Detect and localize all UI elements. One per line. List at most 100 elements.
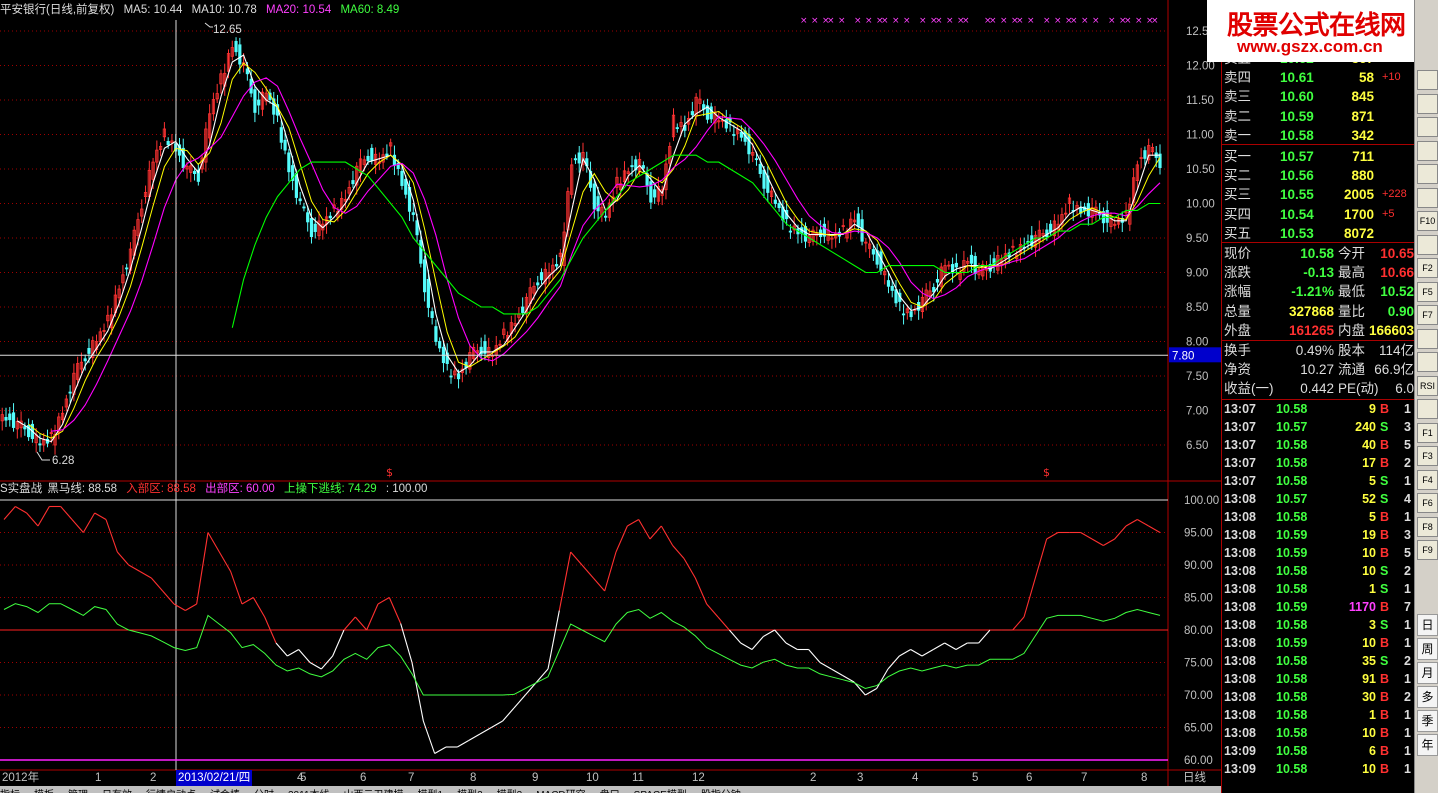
indicator-line-segment: [309, 662, 322, 670]
table-icon[interactable]: [1417, 187, 1438, 208]
tick-time: 13:07: [1224, 474, 1256, 488]
tick-row: 13:08 10.59 10 B 1: [1222, 634, 1414, 652]
wave-icon[interactable]: [1417, 352, 1438, 372]
level-price: 10.61: [1280, 70, 1314, 86]
indicator-line-segment: [649, 525, 662, 540]
price-tick-label: 7.50: [1186, 371, 1208, 383]
tick-time: 13:08: [1224, 636, 1256, 650]
candle-body: [604, 215, 608, 218]
level-price: 10.56: [1280, 168, 1314, 184]
tick-price: 10.58: [1276, 402, 1308, 416]
stat-label: 股本: [1338, 343, 1365, 358]
tick-row: 13:07 10.58 5 S 1: [1222, 472, 1414, 490]
tick-price: 10.59: [1276, 600, 1308, 614]
kline-icon[interactable]: [1417, 140, 1438, 161]
site-logo: 股票公式在线网 www.gszx.com.cn: [1207, 0, 1438, 62]
candle-body: [1158, 153, 1162, 169]
tick-price: 10.58: [1276, 564, 1308, 578]
period-button[interactable]: 多: [1417, 686, 1438, 708]
candle-body: [166, 140, 170, 146]
f7-icon[interactable]: F7: [1417, 305, 1438, 325]
f1-icon[interactable]: F1: [1417, 422, 1438, 443]
tick-time: 13:09: [1224, 744, 1256, 758]
period-button[interactable]: 日: [1417, 614, 1438, 636]
period-button[interactable]: 季: [1417, 710, 1438, 732]
f8-icon[interactable]: F8: [1417, 516, 1438, 537]
f3-icon[interactable]: F3: [1417, 446, 1438, 466]
ma5-value: MA5: 10.44: [123, 4, 183, 16]
indicator-line-segment: [388, 597, 402, 624]
candle-body: [641, 165, 645, 169]
candle-body: [630, 165, 634, 168]
indicator-line-segment: [196, 532, 209, 605]
candle-body: [856, 213, 860, 227]
ma10-value: MA10: 10.78: [191, 4, 257, 16]
candle-body: [894, 289, 898, 304]
tick-count: 1: [1404, 672, 1411, 686]
candle-body: [969, 254, 974, 264]
indicator-line-segment: [230, 571, 243, 605]
signal-star-marker: ×: [1054, 16, 1062, 26]
period-button[interactable]: 年: [1417, 734, 1438, 756]
tick-volume: 40: [1362, 438, 1376, 452]
f2-icon[interactable]: F2: [1417, 258, 1438, 278]
candle-body: [438, 341, 442, 349]
f4-icon[interactable]: F4: [1417, 469, 1438, 490]
candle-body: [935, 278, 940, 283]
indicator-line-segment: [604, 551, 617, 592]
indicator-line-segment: [71, 519, 84, 533]
list-icon[interactable]: [1417, 93, 1438, 114]
period-button[interactable]: 周: [1417, 638, 1438, 660]
candle-body: [434, 326, 438, 342]
candle-body: [351, 180, 355, 185]
tick-time: 13:07: [1224, 456, 1256, 470]
tick-row: 13:08 10.59 10 B 5: [1222, 544, 1414, 562]
tick-count: 5: [1404, 438, 1411, 452]
indicator-line-segment: [570, 551, 583, 566]
stat-label: 外盘: [1224, 322, 1251, 338]
candle-body: [762, 169, 766, 189]
stat-value: 10.65: [1380, 246, 1414, 261]
high-price-marker: [204, 22, 213, 28]
indicator-line-segment: [377, 597, 390, 605]
tick-price: 10.58: [1276, 726, 1308, 740]
stat-row: 涨幅 -1.21% 最低 10.52: [1222, 282, 1414, 301]
stat-value: 0.49%: [1295, 343, 1334, 358]
bar-icon[interactable]: [1417, 117, 1438, 137]
candle-body: [313, 223, 317, 232]
period-button[interactable]: 月: [1417, 662, 1438, 684]
f10-icon[interactable]: F10: [1417, 211, 1438, 231]
tick-side: B: [1380, 528, 1390, 542]
signal-star-marker: ×: [989, 16, 997, 26]
tick-row: 13:07 10.58 9 B 1: [1222, 400, 1414, 418]
indicator-line-segment: [1103, 538, 1115, 546]
layout-icon[interactable]: [1417, 234, 1438, 255]
indicator-line-segment: [1012, 616, 1025, 631]
month-label: 4: [912, 772, 919, 784]
bottom-tab-bar[interactable]: 指标模板管理日有效行情启动点试金棒分时2011本线山西云卫建模模型1模型2模型3…: [0, 786, 1221, 793]
tick-volume: 1: [1369, 708, 1376, 722]
tick-row: 13:08 10.58 5 B 1: [1222, 508, 1414, 526]
candle-body: [68, 391, 72, 394]
tick-volume: 1170: [1348, 600, 1376, 614]
f6-icon[interactable]: F6: [1417, 493, 1438, 513]
candle-body: [426, 278, 430, 308]
circle-icon[interactable]: [1417, 328, 1438, 349]
signal-star-marker: ×: [1124, 16, 1132, 26]
candle-body: [385, 153, 389, 157]
tick-time: 13:08: [1224, 582, 1256, 596]
candle-body: [253, 89, 257, 113]
window-icon[interactable]: [1417, 70, 1438, 90]
cross-icon[interactable]: [1417, 399, 1438, 419]
kline-chart[interactable]: 12.5012.0011.5011.0010.5010.009.509.008.…: [0, 0, 1221, 786]
f9-icon[interactable]: F9: [1417, 540, 1438, 560]
f5-icon[interactable]: F5: [1417, 281, 1438, 302]
tick-row: 13:08 10.58 3 S 1: [1222, 616, 1414, 634]
candle-icon[interactable]: [1417, 164, 1438, 184]
ask-row: 卖一 10.58 342: [1222, 126, 1414, 145]
stat-value: 0.90: [1387, 303, 1414, 319]
candle-body: [238, 44, 242, 65]
rsi-icon[interactable]: RSI: [1417, 375, 1438, 396]
tick-count: 1: [1404, 618, 1411, 632]
tick-count: 2: [1404, 564, 1411, 578]
